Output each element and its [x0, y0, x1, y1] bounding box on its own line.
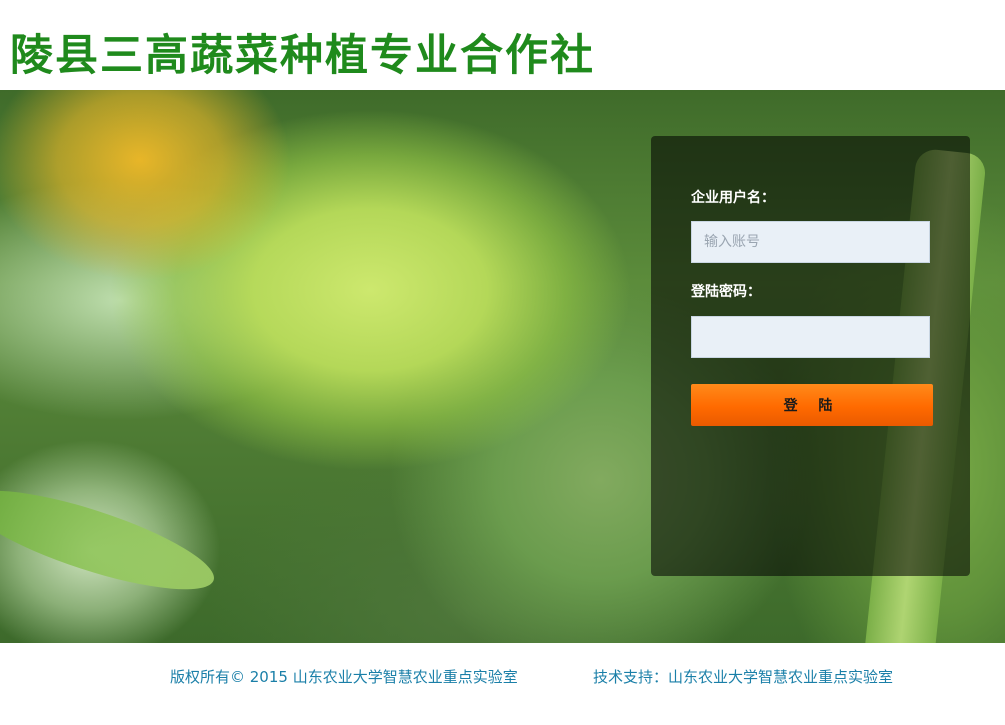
password-input[interactable]: [691, 316, 930, 358]
site-header: 陵县三高蔬菜种植专业合作社: [0, 0, 1005, 90]
login-button[interactable]: 登 陆: [691, 384, 933, 426]
login-panel: 企业用户名： 登陆密码： 登 陆: [651, 136, 970, 576]
username-input[interactable]: [691, 221, 930, 263]
login-page: 陵县三高蔬菜种植专业合作社 企业用户名： 登陆密码： 登 陆 版权所有© 201…: [0, 0, 1005, 725]
tech-support-text: 技术支持：山东农业大学智慧农业重点实验室: [593, 668, 894, 686]
copyright-text: 版权所有© 2015 山东农业大学智慧农业重点实验室: [170, 668, 518, 686]
username-label: 企业用户名：: [691, 190, 775, 206]
leaf-decoration: [0, 471, 223, 609]
site-title: 陵县三高蔬菜种植专业合作社: [10, 31, 595, 81]
password-label: 登陆密码：: [691, 284, 761, 300]
site-footer: 版权所有© 2015 山东农业大学智慧农业重点实验室 技术支持：山东农业大学智慧…: [0, 643, 1005, 725]
